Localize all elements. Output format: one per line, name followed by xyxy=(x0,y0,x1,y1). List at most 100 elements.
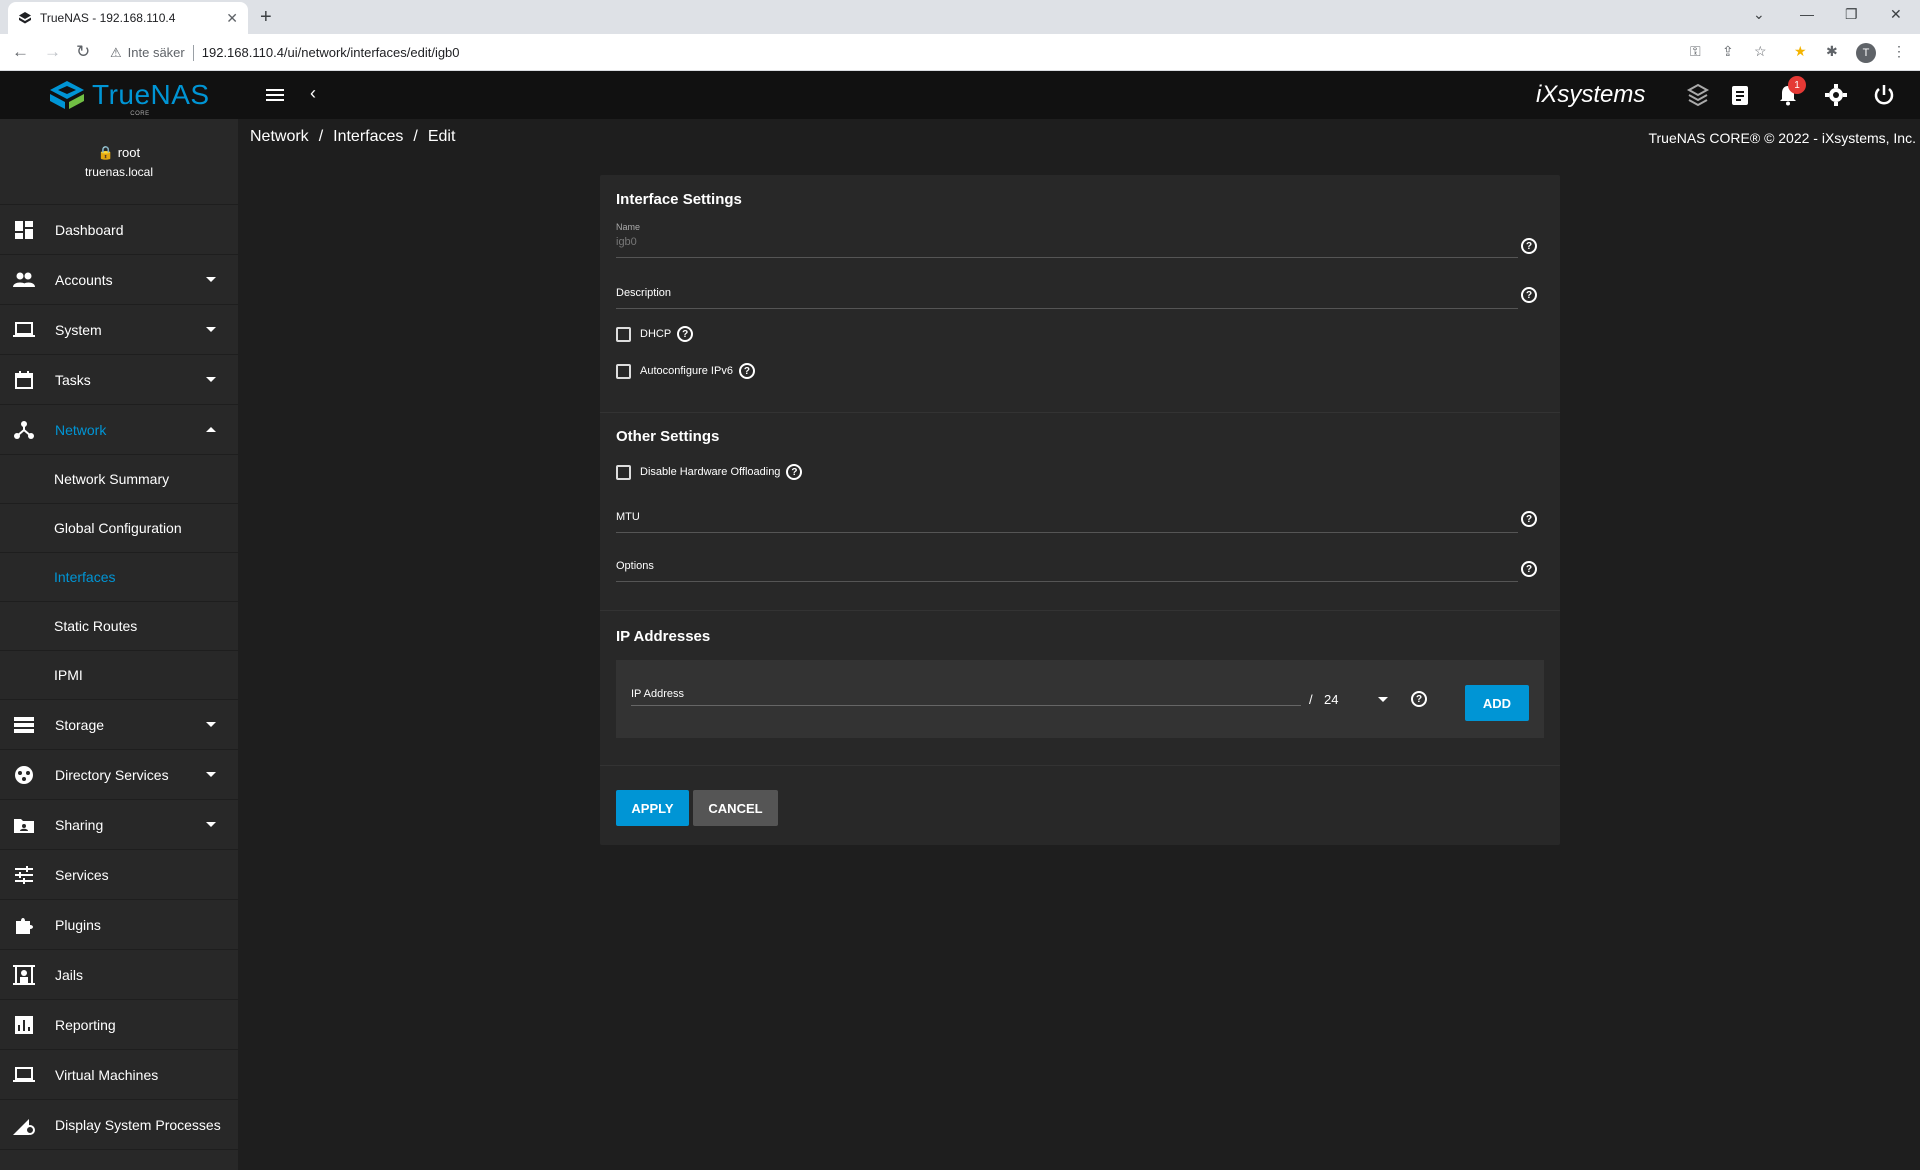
disable-hw-offloading-checkbox[interactable] xyxy=(616,464,631,480)
dhcp-checkbox-row[interactable]: DHCP ? xyxy=(616,326,694,342)
menu-toggle-icon[interactable] xyxy=(264,84,286,106)
address-bar[interactable]: ⚠ Inte säker 192.168.110.4/ui/network/in… xyxy=(110,38,1710,67)
sidebar-item-services[interactable]: Services xyxy=(0,850,238,900)
name-label: Name xyxy=(616,222,641,232)
name-help-icon[interactable]: ? xyxy=(1521,238,1537,254)
key-icon[interactable]: ⚿ xyxy=(1690,43,1701,60)
tab-title: TrueNAS - 192.168.110.4 xyxy=(40,11,176,25)
description-help-icon[interactable]: ? xyxy=(1521,287,1537,303)
user-name: 🔒 root xyxy=(98,145,140,161)
share-icon[interactable]: ⇪ xyxy=(1722,43,1734,60)
mtu-field[interactable]: MTU xyxy=(616,511,1518,533)
autoconfigure-ipv6-checkbox[interactable] xyxy=(616,363,631,379)
jail-icon xyxy=(12,963,36,987)
sidebar-subitem-network-summary[interactable]: Network Summary xyxy=(0,455,238,504)
back-icon[interactable]: ← xyxy=(12,42,29,62)
extension-star-icon[interactable]: ★ xyxy=(1794,43,1807,60)
logo-text-main: TrueNAS xyxy=(92,79,210,110)
description-field[interactable]: Description xyxy=(616,287,1518,309)
breadcrumb-interfaces[interactable]: Interfaces xyxy=(333,128,403,146)
sidebar-item-plugins[interactable]: Plugins xyxy=(0,900,238,950)
ip-address-row: IP Address / 24 ? ADD xyxy=(616,660,1544,738)
sidebar-item-storage[interactable]: Storage xyxy=(0,700,238,750)
sidebar-item-display-system-processes[interactable]: Display System Processes xyxy=(0,1100,238,1150)
sidebar-item-sharing[interactable]: Sharing xyxy=(0,800,238,850)
apply-button[interactable]: APPLY xyxy=(616,790,689,826)
sidebar-subitem-interfaces[interactable]: Interfaces xyxy=(0,553,238,602)
sidebar-subitem-ipmi[interactable]: IPMI xyxy=(0,651,238,700)
bookmark-star-icon[interactable]: ☆ xyxy=(1754,43,1767,60)
new-tab-icon[interactable]: + xyxy=(260,6,272,29)
accounts-icon xyxy=(12,268,36,292)
disable-hw-offloading-help-icon[interactable]: ? xyxy=(786,464,803,480)
disable-hw-offloading-row[interactable]: Disable Hardware Offloading ? xyxy=(616,464,803,480)
omnibox-divider xyxy=(192,44,194,61)
mtu-help-icon[interactable]: ? xyxy=(1521,511,1537,527)
processes-icon xyxy=(12,1113,36,1137)
options-help-icon[interactable]: ? xyxy=(1521,561,1537,577)
netmask-select-value[interactable]: 24 xyxy=(1324,692,1338,707)
sidebar-item-label: Plugins xyxy=(55,916,101,933)
chevron-up-icon xyxy=(206,427,216,432)
sidebar-item-virtual-machines[interactable]: Virtual Machines xyxy=(0,1050,238,1100)
sidebar-item-system[interactable]: System xyxy=(0,305,238,355)
lock-icon: 🔒 xyxy=(97,144,115,160)
services-icon xyxy=(12,863,36,887)
reload-icon[interactable]: ↻ xyxy=(76,42,90,62)
sidebar-item-accounts[interactable]: Accounts xyxy=(0,255,238,305)
chevron-down-icon[interactable] xyxy=(1378,697,1388,702)
sidebar-item-label: Tasks xyxy=(55,371,91,388)
breadcrumb-separator: / xyxy=(413,128,418,145)
sidebar-item-jails[interactable]: Jails xyxy=(0,950,238,1000)
minimize-icon[interactable]: — xyxy=(1800,6,1814,22)
sidebar-item-directory-services[interactable]: Directory Services xyxy=(0,750,238,800)
sidebar-item-label: Reporting xyxy=(55,1016,116,1033)
truenas-logo[interactable]: TrueNAS CORE xyxy=(48,79,210,117)
profile-avatar[interactable]: T xyxy=(1856,43,1876,63)
chevron-down-icon xyxy=(206,722,216,727)
sidebar-subitem-static-routes[interactable]: Static Routes xyxy=(0,602,238,651)
app-topbar: TrueNAS CORE ‹ iXsystems 1 xyxy=(0,71,1920,119)
sidebar-item-dashboard[interactable]: Dashboard xyxy=(0,205,238,255)
sidebar-item-tasks[interactable]: Tasks xyxy=(0,355,238,405)
sidebar-item-reporting[interactable]: Reporting xyxy=(0,1000,238,1050)
power-icon[interactable] xyxy=(1872,83,1896,107)
restore-icon[interactable]: ❐ xyxy=(1845,6,1858,23)
sidebar-item-label: Jails xyxy=(55,966,84,983)
chevron-down-icon xyxy=(206,327,216,332)
browser-menu-icon[interactable]: ⋮ xyxy=(1892,43,1906,60)
truecommand-icon[interactable] xyxy=(1686,83,1710,107)
extensions-puzzle-icon[interactable]: ✱ xyxy=(1826,43,1838,60)
dhcp-help-icon[interactable]: ? xyxy=(677,326,694,342)
ip-address-help-icon[interactable]: ? xyxy=(1411,691,1427,707)
breadcrumb-edit: Edit xyxy=(427,128,456,145)
settings-gear-icon[interactable] xyxy=(1824,83,1848,107)
description-label: Description xyxy=(616,287,672,299)
tab-search-icon[interactable]: ⌄ xyxy=(1753,6,1765,23)
chart-icon xyxy=(12,1013,36,1037)
browser-tab[interactable]: TrueNAS - 192.168.110.4 ✕ xyxy=(8,2,248,34)
monitor-icon xyxy=(12,1063,36,1087)
window-close-icon[interactable]: ✕ xyxy=(1890,6,1902,23)
breadcrumb-network[interactable]: Network xyxy=(250,128,309,146)
forward-icon[interactable]: → xyxy=(44,42,61,62)
dhcp-checkbox[interactable] xyxy=(616,326,631,342)
autoconfigure-ipv6-help-icon[interactable]: ? xyxy=(738,363,755,379)
sidebar-subitem-global-configuration[interactable]: Global Configuration xyxy=(0,504,238,553)
name-field[interactable]: Name igb0 xyxy=(616,222,1518,258)
sharing-icon xyxy=(12,813,36,837)
task-manager-icon[interactable] xyxy=(1728,83,1752,107)
cancel-button[interactable]: CANCEL xyxy=(693,790,778,826)
ixsystems-logo[interactable]: iXsystems xyxy=(1536,81,1645,109)
truenas-favicon-icon xyxy=(19,12,31,24)
ip-address-input[interactable]: IP Address xyxy=(631,688,1301,706)
options-field[interactable]: Options xyxy=(616,560,1518,582)
dashboard-icon xyxy=(12,218,36,242)
add-ip-button[interactable]: ADD xyxy=(1465,685,1529,721)
sidebar-collapse-icon[interactable]: ‹ xyxy=(310,83,316,104)
interface-settings-title: Interface Settings xyxy=(616,191,742,208)
url-text[interactable]: 192.168.110.4/ui/network/interfaces/edit… xyxy=(202,45,460,60)
autoconfigure-ipv6-row[interactable]: Autoconfigure IPv6 ? xyxy=(616,363,755,379)
close-tab-icon[interactable]: ✕ xyxy=(226,10,238,27)
sidebar-item-network[interactable]: Network xyxy=(0,405,238,455)
